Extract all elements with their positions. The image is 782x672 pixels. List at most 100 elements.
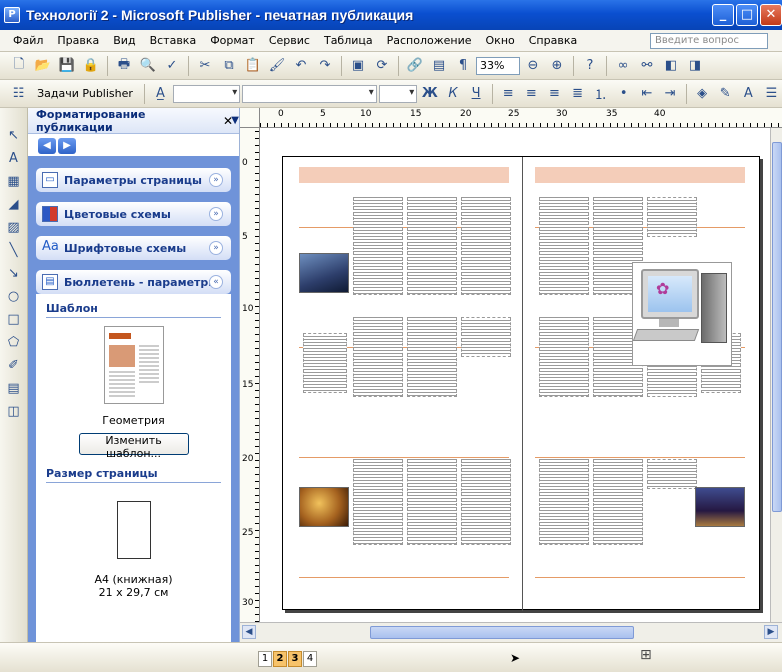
horizontal-ruler[interactable]: 0 5 10 15 20 25 30 35 40 [260, 108, 782, 128]
menu-arrange[interactable]: Расположение [380, 34, 479, 47]
increase-indent-icon[interactable]: ⇥ [659, 83, 680, 105]
rotate-icon[interactable]: ⟳ [371, 55, 393, 77]
page-button-4[interactable]: 4 [303, 651, 317, 667]
link-frames-icon[interactable]: ∞ [612, 55, 634, 77]
zoom-input[interactable]: 33% [476, 56, 520, 75]
computer-clipart[interactable]: ✿ [632, 262, 732, 366]
paste-icon[interactable]: 📋 [242, 55, 264, 77]
bring-forward-icon[interactable]: ▣ [347, 55, 369, 77]
page-button-3[interactable]: 3 [288, 651, 302, 667]
pull-quote[interactable] [303, 333, 347, 393]
text-column[interactable] [539, 459, 589, 545]
picture-frame-icon[interactable]: ▨ [4, 218, 24, 238]
select-arrow-icon[interactable]: ↖ [4, 126, 24, 146]
page-button-1[interactable]: 1 [258, 651, 272, 667]
menu-file[interactable]: Файл [6, 34, 50, 47]
tasks-publisher-button[interactable]: Задачи Publisher [31, 87, 139, 100]
taskpane-close-icon[interactable]: ✕ [223, 114, 233, 128]
menu-insert[interactable]: Вставка [143, 34, 204, 47]
abstract-photo[interactable] [299, 487, 349, 527]
align-left-icon[interactable]: ≡ [498, 83, 519, 105]
text-column[interactable] [461, 459, 511, 545]
zoom-out-icon[interactable]: ⊖ [522, 55, 544, 77]
menu-format[interactable]: Формат [203, 34, 262, 47]
hot-spot-icon[interactable]: ✐ [4, 356, 24, 376]
text-column[interactable] [539, 317, 589, 397]
form-control-icon[interactable]: ▤ [4, 379, 24, 399]
redo-icon[interactable]: ↷ [314, 55, 336, 77]
newsletter-spread[interactable] [282, 156, 760, 611]
permission-icon[interactable]: 🔒 [80, 55, 102, 77]
line-icon[interactable]: ╲ [4, 241, 24, 261]
bullets-icon[interactable]: • [613, 83, 634, 105]
section-page-setup[interactable]: ▭ Параметры страницы » [36, 168, 231, 192]
vertical-scroll-thumb[interactable] [772, 142, 782, 512]
expand-chevron-icon[interactable]: » [209, 207, 223, 221]
vertical-scrollbar[interactable] [770, 128, 782, 622]
vertical-ruler[interactable]: 0 5 10 15 20 25 30 [240, 128, 260, 622]
help-icon[interactable]: ? [579, 55, 601, 77]
line-color-icon[interactable]: ✎ [715, 83, 736, 105]
font-color-icon[interactable]: A [738, 83, 759, 105]
template-thumbnail[interactable] [103, 326, 164, 404]
menu-view[interactable]: Вид [106, 34, 142, 47]
autoshapes-icon[interactable]: ⬠ [4, 333, 24, 353]
left-page-header[interactable] [299, 167, 509, 183]
ruler-corner[interactable] [240, 108, 260, 128]
insert-table-icon[interactable]: ▦ [4, 172, 24, 192]
previous-frame-icon[interactable]: ◧ [660, 55, 682, 77]
print-icon[interactable]: 🖶 [113, 55, 135, 77]
scroll-right-icon[interactable]: ▶ [764, 625, 778, 639]
justify-icon[interactable]: ≣ [567, 83, 588, 105]
arrow-icon[interactable]: ↘ [4, 264, 24, 284]
line-style-icon[interactable]: ☰ [761, 83, 782, 105]
pilcrow-icon[interactable]: ¶ [452, 55, 474, 77]
zoom-in-icon[interactable]: ⊕ [546, 55, 568, 77]
new-document-icon[interactable]: 🗋 [8, 55, 30, 77]
change-template-button[interactable]: Изменить шаблон... [78, 433, 189, 460]
undo-icon[interactable]: ↶ [290, 55, 312, 77]
page-canvas[interactable]: ✿ [260, 128, 770, 622]
text-column[interactable] [353, 317, 403, 397]
text-column[interactable] [407, 317, 457, 397]
collapse-chevron-icon[interactable]: « [209, 275, 223, 289]
maximize-button[interactable]: □ [736, 4, 758, 26]
publisher-app-icon[interactable]: P [4, 7, 20, 23]
font-select[interactable] [242, 84, 377, 103]
copy-icon[interactable]: ⧉ [218, 55, 240, 77]
scroll-left-icon[interactable]: ◀ [242, 625, 256, 639]
underline-icon[interactable]: Ч [466, 83, 487, 105]
text-column[interactable] [461, 197, 511, 295]
title-bar[interactable]: P Технологiї 2 - Microsoft Publisher - п… [0, 0, 782, 30]
save-icon[interactable]: 💾 [56, 55, 78, 77]
text-column[interactable] [353, 459, 403, 545]
text-column[interactable] [539, 197, 589, 295]
menu-edit[interactable]: Правка [50, 34, 106, 47]
menu-help[interactable]: Справка [522, 34, 584, 47]
section-font-schemes[interactable]: Aa Шрифтовые схемы » [36, 236, 231, 260]
next-frame-icon[interactable]: ◨ [684, 55, 706, 77]
wordart-icon[interactable]: ◢ [4, 195, 24, 215]
text-column[interactable] [407, 197, 457, 295]
text-column[interactable] [647, 459, 697, 489]
horizontal-scroll-thumb[interactable] [370, 626, 634, 639]
city-photo[interactable] [299, 253, 349, 293]
font-size-select[interactable] [378, 84, 418, 103]
night-city-photo[interactable] [695, 487, 745, 527]
styles-icon[interactable]: A̲ [150, 83, 171, 105]
unlink-frames-icon[interactable]: ⚯ [636, 55, 658, 77]
numbering-icon[interactable]: ⒈ [590, 83, 611, 105]
open-folder-icon[interactable]: 📂 [32, 55, 54, 77]
rectangle-icon[interactable]: □ [4, 310, 24, 330]
spelling-icon[interactable]: ✓ [161, 55, 183, 77]
insert-hyperlink-icon[interactable]: 🔗 [404, 55, 426, 77]
expand-chevron-icon[interactable]: » [209, 173, 223, 187]
columns-icon[interactable]: ▤ [428, 55, 450, 77]
text-column[interactable] [461, 317, 511, 357]
text-box-icon[interactable]: A [4, 149, 24, 169]
back-arrow-icon[interactable]: ◀ [38, 138, 56, 154]
horizontal-scrollbar[interactable]: ◀ ▶ [240, 622, 782, 642]
page-size-thumbnail[interactable] [116, 501, 151, 559]
italic-icon[interactable]: К [442, 83, 463, 105]
design-gallery-icon[interactable]: ◫ [4, 402, 24, 422]
